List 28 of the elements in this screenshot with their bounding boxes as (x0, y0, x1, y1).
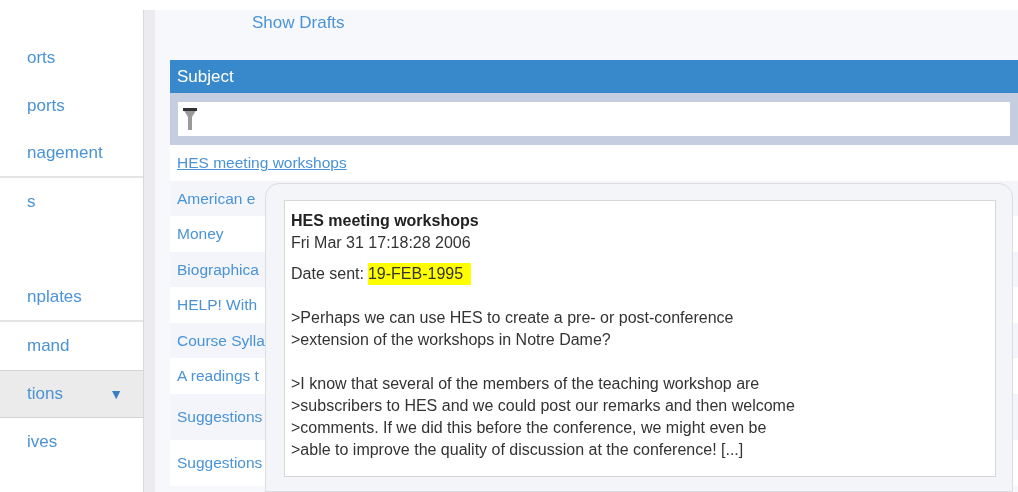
table-row[interactable]: HES meeting workshops (170, 145, 1018, 181)
sidebar-item[interactable]: tions ▼ (0, 370, 143, 418)
tooltip-title: HES meeting workshops (291, 211, 480, 231)
subject-link[interactable]: Biographica (177, 257, 259, 281)
subject-link[interactable]: Course Sylla (177, 328, 265, 352)
timestamp: Fri Mar 31 17:18:28 2006 (291, 233, 472, 253)
subject-link[interactable]: HELP! With (177, 293, 258, 317)
message-paragraph: >Perhaps we can use HES to create a pre- or post-conference >extension of the workshops in Notre Dame? (291, 308, 735, 350)
subject-link[interactable]: American e (177, 186, 256, 210)
subject-link[interactable]: A readings t (177, 364, 259, 388)
subject-link[interactable]: Suggestions (177, 450, 263, 475)
sidebar-item[interactable]: ives (0, 418, 143, 466)
subject-link[interactable]: Money (177, 222, 224, 246)
subject-link[interactable]: HES meeting workshops (177, 151, 347, 175)
column-header[interactable]: Subject (177, 63, 234, 90)
sidebar-item[interactable]: ports (0, 82, 143, 130)
caret-icon: ▼ (109, 383, 123, 405)
date-label: Date sent: (291, 264, 364, 284)
date-value: 19-FEB-1995 (367, 263, 472, 285)
message-paragraph: >I know that several of the members of the teaching workshop are >subscribers to HES and we could post our remarks and then welcome >comments. If we did this before the conference, we might even be >able to improve the quality of discussion at the conference! [...] (291, 374, 796, 460)
filter-field[interactable] (178, 102, 1010, 136)
filter-icon (182, 106, 198, 132)
sidebar-item[interactable]: s (0, 178, 143, 226)
sidebar-item[interactable]: orts (0, 34, 143, 82)
subject-link[interactable]: Suggestions (177, 404, 263, 429)
splitter-bar[interactable] (143, 10, 155, 492)
sidebar-item[interactable]: mand (0, 322, 143, 370)
show-drafts-link[interactable]: Show Drafts (252, 10, 345, 36)
